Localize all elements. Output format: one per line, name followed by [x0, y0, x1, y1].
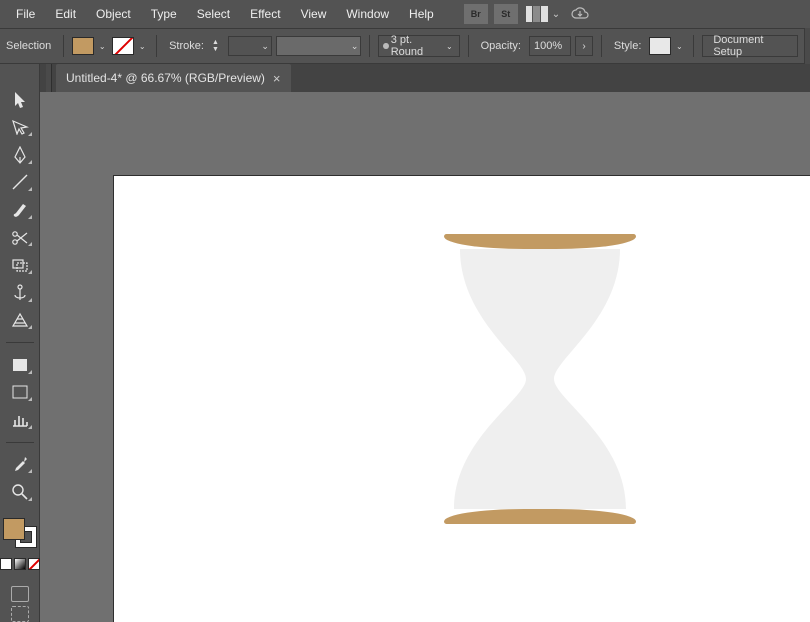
separator — [369, 35, 370, 57]
tools-panel — [0, 64, 40, 622]
tool-divider — [6, 442, 34, 443]
separator — [468, 35, 469, 57]
color-mode-row — [0, 558, 40, 570]
stroke-label: Stroke: — [165, 40, 208, 52]
opacity-control: Opacity: 100% › — [477, 36, 593, 56]
document-tab[interactable]: Untitled-4* @ 66.67% (RGB/Preview) × — [56, 64, 291, 92]
gradient-tool[interactable] — [7, 383, 33, 403]
fill-color-box[interactable] — [3, 518, 25, 540]
hourglass-top-cap — [444, 234, 636, 249]
controlbar-overflow[interactable] — [804, 28, 810, 64]
menu-window[interactable]: Window — [336, 3, 399, 25]
document-tab-title: Untitled-4* @ 66.67% (RGB/Preview) — [66, 71, 265, 85]
stroke-weight-select[interactable]: ⌄ — [228, 36, 272, 56]
menu-object[interactable]: Object — [86, 3, 141, 25]
fill-swatch-group: ⌄ — [72, 37, 108, 55]
close-icon[interactable]: × — [273, 71, 281, 86]
stroke-swatch[interactable] — [112, 37, 134, 55]
stock-icon[interactable]: St — [494, 4, 518, 24]
draw-behind-mode[interactable] — [11, 606, 29, 622]
style-label: Style: — [610, 40, 646, 52]
free-transform-tool[interactable] — [7, 255, 33, 275]
workspace: Untitled-4* @ 66.67% (RGB/Preview) × — [0, 64, 810, 622]
brush-tool[interactable] — [7, 200, 33, 220]
menu-edit[interactable]: Edit — [45, 3, 86, 25]
style-swatch-group: ⌄ — [649, 37, 685, 55]
fill-stroke-indicator[interactable] — [3, 518, 37, 548]
menu-select[interactable]: Select — [187, 3, 240, 25]
color-mode-solid[interactable] — [0, 558, 12, 570]
tab-drag-handle[interactable] — [46, 64, 52, 92]
fill-dropdown-icon[interactable]: ⌄ — [96, 37, 108, 55]
selection-tool[interactable] — [7, 90, 33, 110]
layout-dropdown-icon[interactable]: ⌄ — [552, 9, 560, 20]
menu-type[interactable]: Type — [141, 3, 187, 25]
color-mode-none[interactable] — [28, 558, 40, 570]
menu-file[interactable]: File — [6, 3, 45, 25]
separator — [601, 35, 602, 57]
workspace-layout-toggle[interactable] — [526, 6, 548, 22]
stroke-profile-select[interactable]: 3 pt. Round ⌄ — [378, 35, 459, 57]
profile-dot-icon — [383, 43, 388, 49]
document-area: Untitled-4* @ 66.67% (RGB/Preview) × — [40, 64, 810, 622]
menu-effect[interactable]: Effect — [240, 3, 290, 25]
rectangle-tool[interactable] — [7, 355, 33, 375]
fill-swatch[interactable] — [72, 37, 94, 55]
brush-definition-select[interactable]: ⌄ — [276, 36, 361, 56]
control-bar: Selection ⌄ ⌄ Stroke: ▲▼ ⌄ ⌄ 3 pt. Round… — [0, 28, 810, 64]
artboard[interactable] — [114, 176, 810, 622]
graph-tool[interactable] — [7, 410, 33, 430]
graphic-style-swatch[interactable] — [649, 37, 671, 55]
draw-mode-row — [11, 586, 29, 622]
hourglass-bottom-cap — [444, 509, 636, 524]
stroke-weight-input[interactable]: ▲▼ ⌄ — [212, 36, 272, 56]
canvas[interactable] — [40, 92, 810, 622]
selection-mode-label: Selection — [2, 40, 55, 52]
menu-view[interactable]: View — [291, 3, 337, 25]
hourglass-glass — [454, 249, 626, 509]
opacity-flyout-icon[interactable]: › — [575, 36, 593, 56]
document-setup-button[interactable]: Document Setup — [702, 35, 798, 57]
document-tab-bar: Untitled-4* @ 66.67% (RGB/Preview) × — [40, 64, 810, 92]
stroke-swatch-group: ⌄ — [112, 37, 148, 55]
color-mode-gradient[interactable] — [14, 558, 26, 570]
opacity-input[interactable]: 100% — [529, 36, 571, 56]
profile-dropdown-icon: ⌄ — [444, 37, 455, 55]
sync-icon[interactable] — [570, 7, 590, 21]
separator — [693, 35, 694, 57]
separator — [63, 35, 64, 57]
perspective-tool[interactable] — [7, 311, 33, 331]
draw-normal-mode[interactable] — [11, 586, 29, 602]
bridge-icon[interactable]: Br — [464, 4, 488, 24]
scissors-tool[interactable] — [7, 228, 33, 248]
zoom-tool[interactable] — [7, 482, 33, 502]
hourglass-art[interactable] — [444, 234, 636, 524]
style-dropdown-icon[interactable]: ⌄ — [673, 37, 685, 55]
anchor-tool[interactable] — [7, 283, 33, 303]
separator — [156, 35, 157, 57]
opacity-label: Opacity: — [477, 40, 525, 52]
menu-help[interactable]: Help — [399, 3, 444, 25]
eyedropper-tool[interactable] — [7, 455, 33, 475]
profile-label: 3 pt. Round — [391, 34, 442, 58]
line-tool[interactable] — [7, 173, 33, 193]
menu-bar: File Edit Object Type Select Effect View… — [0, 0, 810, 28]
direct-selection-tool[interactable] — [7, 118, 33, 138]
stroke-spinner-icon[interactable]: ▲▼ — [212, 36, 226, 56]
stroke-dropdown-icon[interactable]: ⌄ — [136, 37, 148, 55]
pen-tool[interactable] — [7, 145, 33, 165]
tool-divider — [6, 342, 34, 343]
